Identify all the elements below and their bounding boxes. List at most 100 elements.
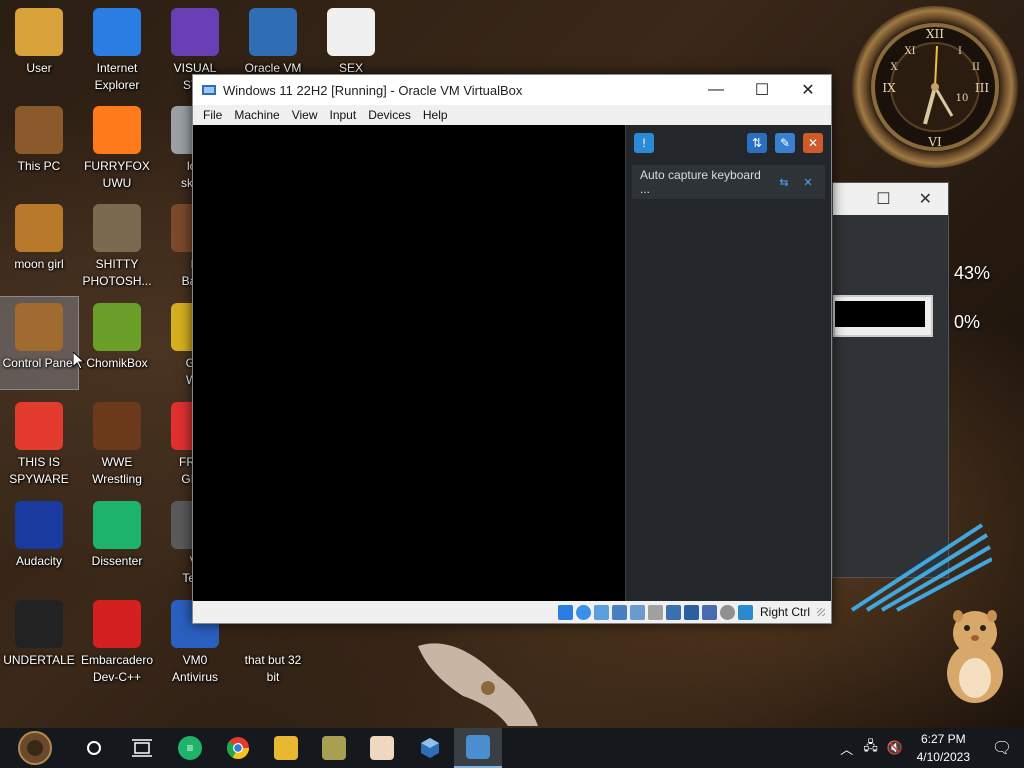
sort-icon[interactable]: ⇅ <box>747 133 767 153</box>
svg-text:VI: VI <box>927 135 942 149</box>
desktop-icon-dissenter[interactable]: Dissenter <box>78 495 156 587</box>
pin-icon[interactable]: ✎ <box>775 133 795 153</box>
mouse-integration-icon[interactable] <box>719 604 735 620</box>
computer-icon <box>15 106 63 154</box>
taskbar-dissenter[interactable]: ≡ <box>166 728 214 768</box>
doctor-icon <box>370 736 394 760</box>
chomikbox-icon <box>93 303 141 351</box>
desktop-icon-chomikbox[interactable]: ChomikBox <box>78 297 156 389</box>
desktop-icon-label: WWE Wrestling <box>92 455 142 486</box>
taskbar-explorer[interactable] <box>262 728 310 768</box>
time-label: 6:27 PM <box>920 732 966 746</box>
desktop-icon-moon-girl[interactable]: moon girl <box>0 198 78 290</box>
taskbar-doctor[interactable] <box>358 728 406 768</box>
keyboard-capture-icon[interactable] <box>737 604 753 620</box>
search-circle-icon <box>87 741 101 755</box>
notifications-icon[interactable]: 🗨 <box>980 728 1024 768</box>
optical-drive-icon[interactable] <box>575 604 591 620</box>
gimp-icon <box>93 204 141 252</box>
virtualbox-window[interactable]: Windows 11 22H2 [Running] - Oracle VM Vi… <box>192 74 832 624</box>
close-button[interactable]: ✕ <box>785 75 831 105</box>
svg-text:XII: XII <box>926 27 944 41</box>
unity-icon <box>15 600 63 648</box>
resize-grip[interactable] <box>817 608 825 616</box>
task-view-button[interactable] <box>118 728 166 768</box>
recording-icon[interactable] <box>683 604 699 620</box>
clear-all-icon[interactable]: ✕ <box>803 133 823 153</box>
firefox-icon <box>93 106 141 154</box>
devcpp-icon <box>93 600 141 648</box>
desktop-icon-furryfox-uwu[interactable]: FURRYFOX UWU <box>78 100 156 192</box>
chomikbox-icon <box>322 736 346 760</box>
svg-text:10: 10 <box>956 93 969 104</box>
desktop-icon-shitty-photosh[interactable]: SHITTY PHOTOSH... <box>78 198 156 290</box>
desktop-icon-label: VM0 Antivirus <box>171 653 218 684</box>
taskbar-chrome[interactable] <box>214 728 262 768</box>
notification-item[interactable]: Auto capture keyboard ... ⇆ ✕ <box>632 165 825 199</box>
task-view-icon <box>132 739 152 757</box>
start-button[interactable] <box>0 728 70 768</box>
hamster-decoration <box>947 610 1003 703</box>
hard-disk-icon[interactable] <box>557 604 573 620</box>
dismiss-icon[interactable]: ✕ <box>799 176 817 189</box>
virtualbox-icon <box>202 85 216 95</box>
dissenter-icon <box>93 501 141 549</box>
maximize-button[interactable]: ☐ <box>739 75 785 105</box>
desktop-icon-embarcadero-dev-c[interactable]: Embarcadero Dev-C++ <box>78 594 156 686</box>
desktop-icon-this-pc[interactable]: This PC <box>0 100 78 192</box>
desktop-icon-control-panel[interactable]: Control Panel <box>0 296 79 390</box>
vm-display[interactable] <box>193 125 625 601</box>
title-bar[interactable]: Windows 11 22H2 [Running] - Oracle VM Vi… <box>193 75 831 105</box>
status-bar: Right Ctrl <box>193 601 831 623</box>
desktop-icon-this-is-spyware[interactable]: THIS IS SPYWARE <box>0 396 78 488</box>
desktop-icon-user[interactable]: User <box>0 2 78 94</box>
display-icon[interactable] <box>665 604 681 620</box>
svg-text:XI: XI <box>904 46 915 57</box>
usb-icon[interactable] <box>629 604 645 620</box>
percent-label-1: 43% <box>954 263 991 283</box>
shared-folders-icon[interactable] <box>647 604 663 620</box>
audacity-icon <box>15 501 63 549</box>
menu-input[interactable]: Input <box>324 108 363 122</box>
menu-file[interactable]: File <box>197 108 228 122</box>
desktop-icon-label: Embarcadero Dev-C++ <box>80 653 154 684</box>
audio-icon[interactable] <box>593 604 609 620</box>
svg-text:IX: IX <box>882 81 896 95</box>
maximize-icon[interactable]: ☐ <box>876 189 890 209</box>
volume-muted-icon[interactable]: 🔇 <box>883 728 907 768</box>
virtualbox-icon <box>249 8 297 56</box>
system-tray: ︿ 🖧 🔇 6:27 PM 4/10/2023 🗨 <box>835 728 1024 768</box>
percent-label-2: 0% <box>954 312 981 332</box>
desktop-icon-label: FURRYFOX UWU <box>84 159 150 190</box>
search-button[interactable] <box>70 728 118 768</box>
desktop-icon-wwe-wrestling[interactable]: WWE Wrestling <box>78 396 156 488</box>
chrome-icon <box>15 402 63 450</box>
menu-machine[interactable]: Machine <box>228 108 285 122</box>
toggle-icon[interactable]: ⇆ <box>775 176 793 189</box>
notification-icon[interactable]: ! <box>634 133 654 153</box>
taskbar-vm-running[interactable] <box>454 728 502 768</box>
minimize-button[interactable]: — <box>693 75 739 105</box>
desktop-icon-undertale[interactable]: UNDERTALE <box>0 594 78 686</box>
taskbar-chomikbox[interactable] <box>310 728 358 768</box>
control-panel-icon <box>15 303 63 351</box>
close-icon[interactable]: ✕ <box>919 189 932 209</box>
desktop-icon-internet-explorer[interactable]: Internet Explorer <box>78 2 156 94</box>
svg-text:III: III <box>975 81 989 95</box>
desktop-icon-label: ChomikBox <box>86 356 148 370</box>
taskbar-clock[interactable]: 6:27 PM 4/10/2023 <box>907 730 980 766</box>
network-icon[interactable] <box>611 604 627 620</box>
virtualization-icon[interactable] <box>701 604 717 620</box>
menu-devices[interactable]: Devices <box>362 108 417 122</box>
taskbar-virtualbox[interactable] <box>406 728 454 768</box>
desktop-icon-label: moon girl <box>14 257 64 271</box>
desktop-icon-audacity[interactable]: Audacity <box>0 495 78 587</box>
menu-help[interactable]: Help <box>417 108 454 122</box>
desktop-icon-label: Dissenter <box>91 554 143 568</box>
menu-view[interactable]: View <box>286 108 324 122</box>
desktop-icon-label: Internet Explorer <box>94 61 140 92</box>
clock-widget: XII III VI IX I II XI X 10 <box>852 6 1018 168</box>
window-title: Windows 11 22H2 [Running] - Oracle VM Vi… <box>223 82 523 98</box>
chevron-up-icon[interactable]: ︿ <box>835 728 859 768</box>
network-icon[interactable]: 🖧 <box>859 728 883 768</box>
